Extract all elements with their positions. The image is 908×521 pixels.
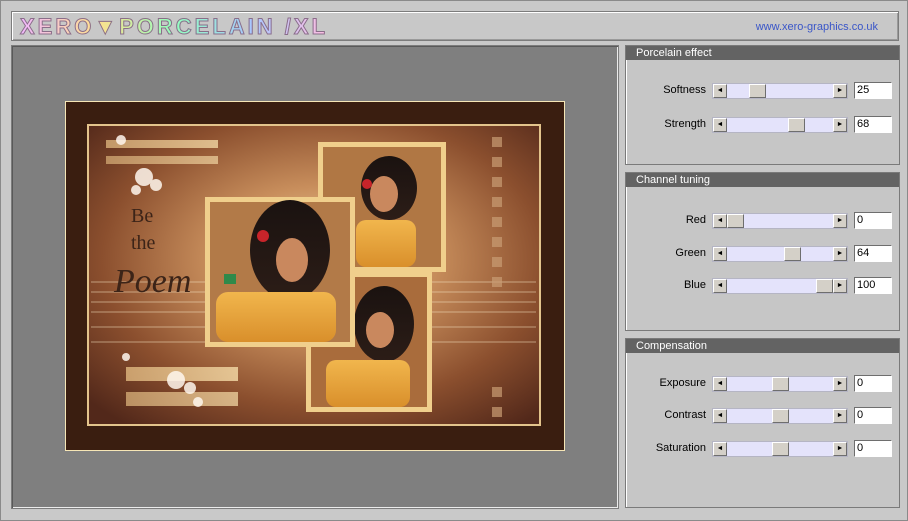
red-value-input[interactable]: 0 (854, 212, 892, 229)
arrow-right-icon[interactable]: ► (833, 247, 847, 261)
slider-row-saturation: Saturation ◄ ► 0 (626, 440, 899, 457)
panel-porcelain-effect: Porcelain effect Softness ◄ ► 25 Strengt… (625, 45, 900, 165)
slider-label: Strength (664, 118, 706, 130)
arrow-left-icon[interactable]: ◄ (713, 247, 727, 261)
panel-header: Channel tuning (626, 173, 899, 187)
slider-label: Red (685, 214, 706, 226)
slider-label: Blue (683, 279, 706, 291)
arrow-left-icon[interactable]: ◄ (713, 279, 727, 293)
preview-artwork: Be the Poem (66, 102, 564, 450)
arrow-left-icon[interactable]: ◄ (713, 377, 727, 391)
panel-header: Porcelain effect (626, 46, 899, 60)
slider-row-exposure: Exposure ◄ ► 0 (626, 375, 899, 392)
blue-slider[interactable]: ◄ ► (712, 278, 848, 294)
slider-thumb[interactable] (727, 214, 744, 228)
arrow-right-icon[interactable]: ► (833, 84, 847, 98)
poster-text-the: the (131, 232, 156, 254)
slider-row-strength: Strength ◄ ► 68 (626, 116, 899, 133)
slider-label: Contrast (664, 409, 706, 421)
exposure-slider[interactable]: ◄ ► (712, 376, 848, 392)
green-slider[interactable]: ◄ ► (712, 246, 848, 262)
arrow-left-icon[interactable]: ◄ (713, 442, 727, 456)
slider-row-contrast: Contrast ◄ ► 0 (626, 407, 899, 424)
app-logo: XERO▼PORCELAIN /XL (19, 14, 329, 40)
arrow-left-icon[interactable]: ◄ (713, 84, 727, 98)
slider-label: Softness (663, 84, 706, 96)
plugin-window: XERO▼PORCELAIN /XL www.xero-graphics.co.… (0, 0, 908, 521)
slider-label: Exposure (659, 377, 706, 389)
preview-image[interactable]: Be the Poem (65, 101, 565, 451)
arrow-right-icon[interactable]: ► (833, 118, 847, 132)
red-slider[interactable]: ◄ ► (712, 213, 848, 229)
arrow-left-icon[interactable]: ◄ (713, 118, 727, 132)
slider-thumb[interactable] (787, 118, 805, 132)
arrow-right-icon[interactable]: ► (833, 279, 847, 293)
slider-label: Saturation (655, 442, 706, 454)
blue-value-input[interactable]: 100 (854, 277, 892, 294)
strength-value-input[interactable]: 68 (854, 116, 892, 133)
strength-slider[interactable]: ◄ ► (712, 117, 848, 133)
panel-compensation: Compensation Exposure ◄ ► 0 Contrast ◄ ►… (625, 338, 900, 508)
title-bar: XERO▼PORCELAIN /XL www.xero-graphics.co.… (11, 11, 899, 41)
arrow-right-icon[interactable]: ► (833, 409, 847, 423)
slider-row-softness: Softness ◄ ► 25 (626, 82, 899, 99)
arrow-right-icon[interactable]: ► (833, 214, 847, 228)
poster-text-be: Be (131, 205, 153, 227)
saturation-slider[interactable]: ◄ ► (712, 441, 848, 457)
slider-thumb[interactable] (816, 279, 833, 293)
softness-value-input[interactable]: 25 (854, 82, 892, 99)
preview-area: Be the Poem (11, 45, 619, 509)
website-link[interactable]: www.xero-graphics.co.uk (756, 21, 878, 33)
panel-channel-tuning: Channel tuning Red ◄ ► 0 Green ◄ ► 64 Bl… (625, 172, 900, 331)
slider-thumb[interactable] (771, 442, 789, 456)
slider-thumb[interactable] (771, 377, 789, 391)
slider-row-red: Red ◄ ► 0 (626, 212, 899, 229)
arrow-left-icon[interactable]: ◄ (713, 214, 727, 228)
slider-row-blue: Blue ◄ ► 100 (626, 277, 899, 294)
slider-thumb[interactable] (771, 409, 789, 423)
slider-thumb[interactable] (783, 247, 801, 261)
saturation-value-input[interactable]: 0 (854, 440, 892, 457)
arrow-right-icon[interactable]: ► (833, 377, 847, 391)
contrast-slider[interactable]: ◄ ► (712, 408, 848, 424)
slider-row-green: Green ◄ ► 64 (626, 245, 899, 262)
arrow-right-icon[interactable]: ► (833, 442, 847, 456)
slider-thumb[interactable] (749, 84, 767, 98)
green-value-input[interactable]: 64 (854, 245, 892, 262)
contrast-value-input[interactable]: 0 (854, 407, 892, 424)
slider-label: Green (675, 247, 706, 259)
panel-header: Compensation (626, 339, 899, 353)
softness-slider[interactable]: ◄ ► (712, 83, 848, 99)
poster-text-poem: Poem (113, 263, 191, 300)
arrow-left-icon[interactable]: ◄ (713, 409, 727, 423)
exposure-value-input[interactable]: 0 (854, 375, 892, 392)
